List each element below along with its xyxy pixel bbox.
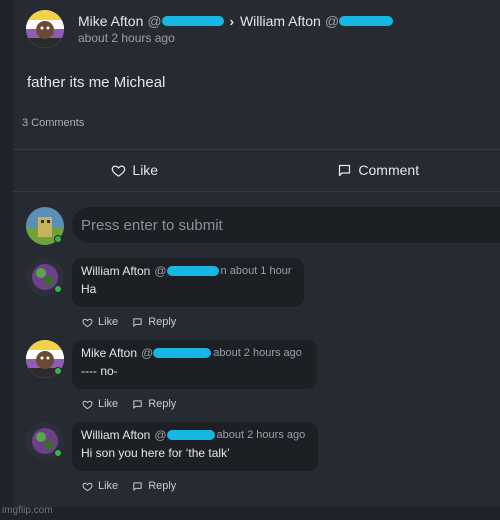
comment-header: Mike Afton @ about 2 hours ago [81, 346, 308, 360]
like-button[interactable]: Like [13, 150, 257, 190]
online-status-dot [54, 449, 62, 457]
comment-reply-label: Reply [148, 316, 177, 328]
reply-icon [133, 317, 142, 327]
comment-like-button[interactable]: Like [82, 398, 118, 410]
comment-text: Ha [81, 282, 97, 296]
comment-like-button[interactable]: Like [82, 480, 118, 492]
comment-input[interactable] [72, 207, 500, 243]
comment-like-label: Like [98, 316, 119, 328]
handle-prefix: @ [324, 13, 340, 29]
comment-actions: Like Reply [82, 398, 176, 410]
comment-header: William Afton @ n about 1 hour [81, 264, 295, 278]
divider [13, 191, 500, 192]
comment-reply-button[interactable]: Reply [132, 316, 176, 328]
comment-bubble: William Afton @ about 2 hours ago Hi son… [72, 422, 318, 471]
post-target-handle: @ [324, 13, 394, 29]
heart-icon [112, 164, 126, 177]
post-author-handle: @ [147, 13, 224, 29]
comment-bubble: William Afton @ n about 1 hour Ha [72, 258, 304, 307]
comment-text: ---- no- [81, 364, 118, 378]
comment-label: Comment [358, 162, 420, 178]
reply-icon [133, 481, 142, 491]
comment-author-name[interactable]: William Afton [81, 264, 150, 278]
online-status-dot [54, 235, 62, 243]
comment-author-handle: @ [154, 264, 219, 278]
online-status-dot [54, 285, 62, 293]
comment-reply-label: Reply [148, 398, 177, 410]
post-body: father its me Micheal [27, 74, 166, 91]
comment-text: Hi son you here for ‘the talk’ [81, 446, 230, 460]
comment-reply-label: Reply [148, 480, 177, 492]
redaction-mark [339, 16, 394, 26]
chevron-right-icon: › [229, 13, 234, 29]
post-author-line: Mike Afton @ › William Afton @ [78, 13, 394, 29]
heart-icon [82, 318, 93, 327]
online-status-dot [54, 367, 62, 375]
comment-reply-button[interactable]: Reply [132, 398, 176, 410]
comment-timestamp[interactable]: about 2 hours ago [217, 429, 306, 441]
comment-icon [339, 164, 351, 176]
redaction-mark [166, 430, 215, 440]
comment-like-button[interactable]: Like [82, 316, 118, 328]
comment-author-name[interactable]: Mike Afton [81, 346, 137, 360]
heart-icon [82, 482, 93, 491]
handle-prefix: @ [147, 13, 162, 29]
comment-actions: Like Reply [82, 480, 176, 492]
watermark: imgflip.com [2, 505, 53, 516]
comment-author-name[interactable]: William Afton [81, 428, 150, 442]
comment-like-label: Like [98, 480, 119, 492]
post-timestamp[interactable]: about 2 hours ago [78, 31, 175, 45]
comment-like-label: Like [98, 398, 119, 410]
comment-count[interactable]: 3 Comments [22, 117, 84, 129]
comment-timestamp[interactable]: n about 1 hour [221, 265, 292, 277]
redaction-mark [161, 16, 224, 26]
redaction-mark [166, 266, 219, 276]
comment-reply-button[interactable]: Reply [132, 480, 176, 492]
heart-icon [82, 400, 93, 409]
post-action-bar: Like Comment [13, 150, 500, 190]
handle-prefix: @ [154, 264, 167, 278]
post-author-avatar[interactable] [26, 10, 64, 48]
comment-header: William Afton @ about 2 hours ago [81, 428, 309, 442]
comment-timestamp[interactable]: about 2 hours ago [213, 347, 302, 359]
post-author-name[interactable]: Mike Afton [78, 13, 143, 29]
comment-author-handle: @ [154, 428, 215, 442]
reply-icon [133, 399, 142, 409]
comment-bubble: Mike Afton @ about 2 hours ago ---- no- [72, 340, 317, 389]
handle-prefix: @ [141, 346, 154, 360]
comment-actions: Like Reply [82, 316, 176, 328]
comment-author-handle: @ [141, 346, 212, 360]
like-label: Like [132, 162, 159, 178]
comment-button[interactable]: Comment [257, 150, 500, 190]
post-target-name[interactable]: William Afton [240, 13, 321, 29]
redaction-mark [153, 348, 212, 358]
handle-prefix: @ [154, 428, 167, 442]
